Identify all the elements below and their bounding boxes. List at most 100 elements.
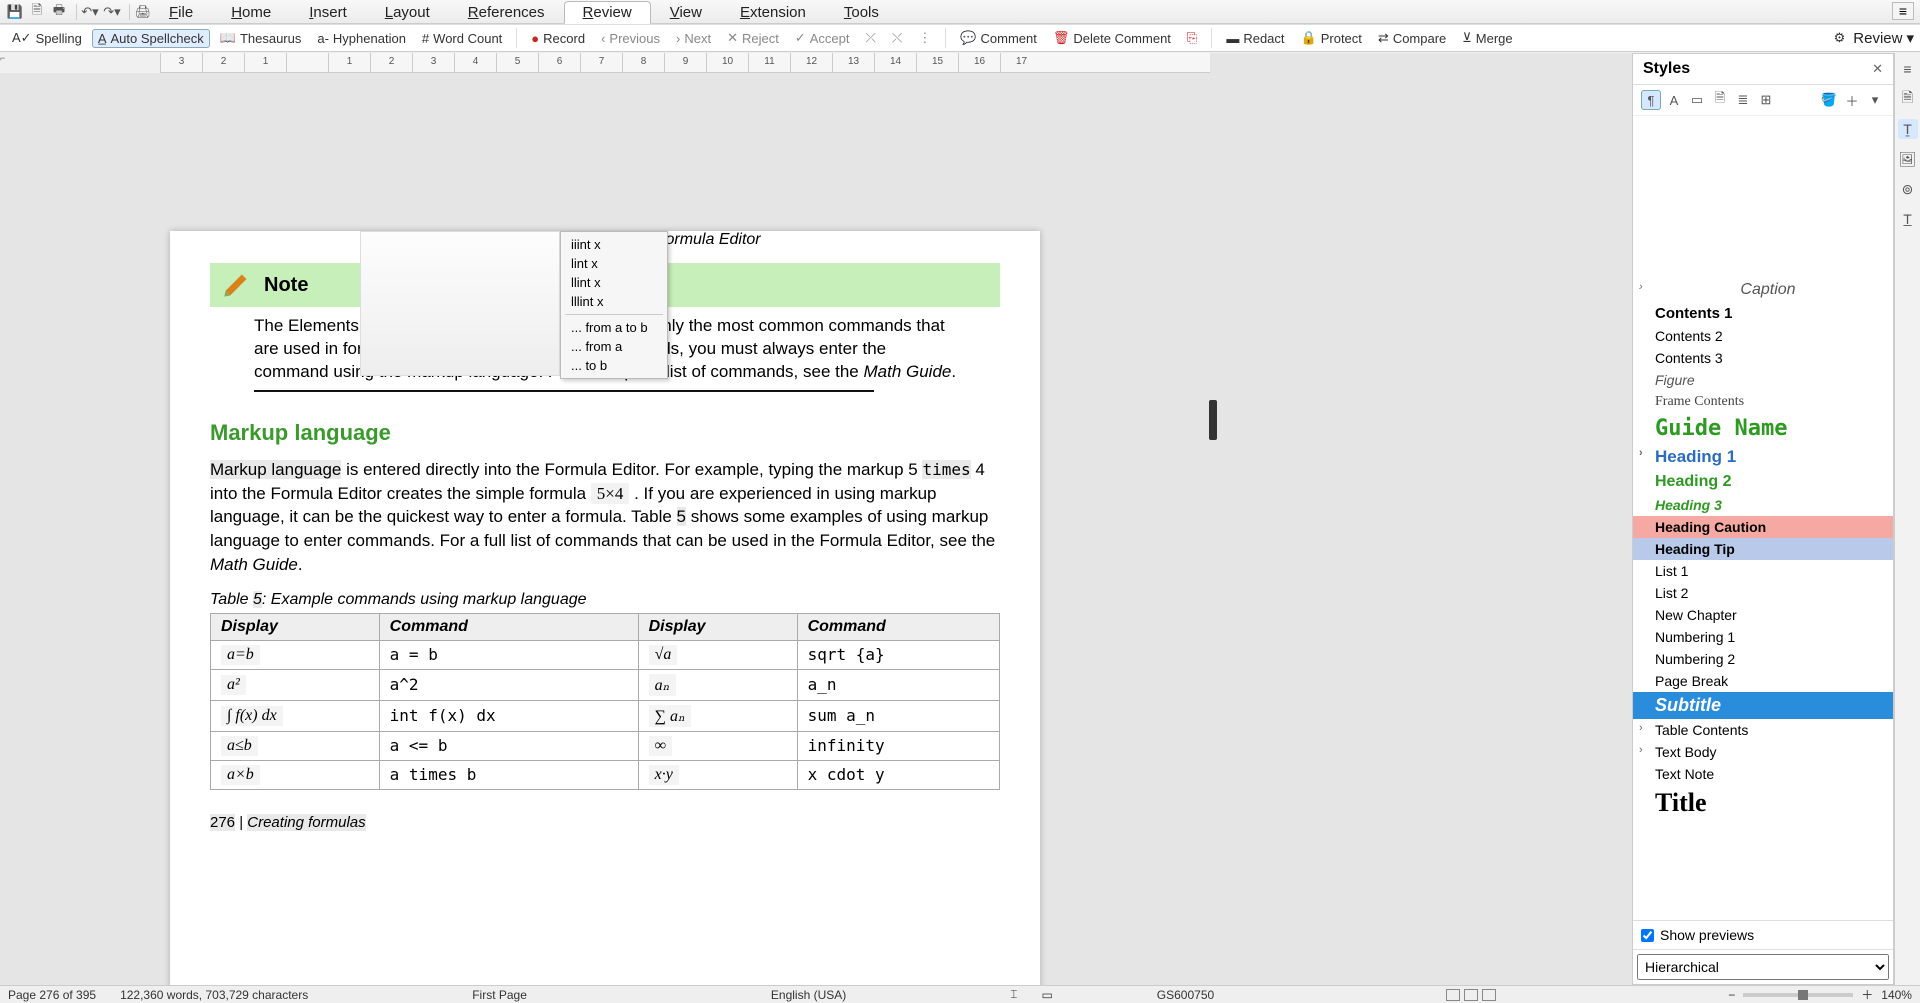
style-title[interactable]: Title [1633,785,1893,821]
protect-button[interactable]: 🔒Protect [1295,28,1368,48]
settings-icon[interactable]: ⚙ [1834,30,1846,46]
style-guide-name[interactable]: Guide Name [1633,413,1893,444]
next-button[interactable]: ›Next [670,29,717,48]
record-button[interactable]: ●Record [525,29,591,48]
style-contents-1[interactable]: Contents 1 [1633,302,1893,325]
comment-nav-icon[interactable]: ⎘ [1181,28,1203,48]
style-contents-2[interactable]: Contents 2 [1633,325,1893,347]
reject-all-icon[interactable]: ⤫ [860,28,882,48]
compare-button[interactable]: ⇄Compare [1372,28,1452,48]
style-contents-3[interactable]: Contents 3 [1633,347,1893,369]
status-selection-icon[interactable]: ▭ [1041,988,1052,1002]
style-actions-icon[interactable]: ▾ [1865,90,1885,110]
sidebar-styles-icon[interactable]: Ṯ [1898,119,1918,139]
save-icon[interactable]: 💾 [6,3,24,21]
zoom-value[interactable]: 140% [1881,988,1912,1002]
style-numbering-1[interactable]: Numbering 1 [1633,626,1893,648]
style-text-body[interactable]: ›Text Body [1633,741,1893,763]
fill-format-icon[interactable]: 🪣 [1819,90,1839,110]
book-view-icon[interactable] [1482,989,1496,1001]
table-row: a²a^2aₙa_n [211,669,1000,700]
style-filter-select[interactable]: Hierarchical [1637,954,1889,980]
word-count-button[interactable]: #Word Count [416,29,508,48]
hyphenation-button[interactable]: a-Hyphenation [311,29,412,48]
accept-button[interactable]: ✓Accept [789,28,856,48]
document-scroll[interactable]: iiint xlint xllint xlllint x... from a t… [0,73,1210,985]
new-style-icon[interactable]: ＋ [1842,90,1862,110]
sidebar-tabs: ≡ 🗎 Ṯ 🖼 ⊚ T̲ [1894,53,1920,985]
undo-icon[interactable]: ↶▾ [81,3,99,21]
save-as-icon[interactable]: 🗎 [28,3,46,21]
style-heading-caution[interactable]: Heading Caution [1633,516,1893,538]
style-list-1[interactable]: List 1 [1633,560,1893,582]
track-more-icon[interactable]: ⋮ [912,28,937,48]
zoom-in-icon[interactable]: ＋ [1861,986,1873,1003]
style-subtitle[interactable]: Subtitle [1633,692,1893,719]
accept-all-icon[interactable]: ⤬ [886,28,908,48]
redo-icon[interactable]: ↷▾ [103,3,121,21]
style-page-break[interactable]: Page Break [1633,670,1893,692]
style-heading-2[interactable]: Heading 2 [1633,470,1893,494]
sidebar-gallery-icon[interactable]: 🖼 [1898,149,1918,169]
sidebar-page-icon[interactable]: 🗎 [1898,89,1918,109]
menu-tools[interactable]: Tools [825,1,898,24]
sidebar-properties-icon[interactable]: ≡ [1898,59,1918,79]
show-previews-row[interactable]: Show previews [1633,920,1893,949]
style-figure[interactable]: Figure [1633,369,1893,391]
print-quick-icon[interactable]: 🖶 [50,3,68,21]
style-heading-tip[interactable]: Heading Tip [1633,538,1893,560]
table-row: a=ba = b√asqrt {a} [211,640,1000,669]
menu-extension[interactable]: Extension [721,1,825,24]
list-styles-icon[interactable]: ≣ [1733,90,1753,110]
sidebar-inspect-icon[interactable]: T̲ [1898,209,1918,229]
previous-button[interactable]: ‹Previous [595,29,666,48]
hamburger-menu-icon[interactable]: ≡ [1892,2,1914,20]
table-styles-icon[interactable]: ⊞ [1756,90,1776,110]
redact-button[interactable]: ▬Redact [1220,29,1290,48]
styles-list[interactable]: ›CaptionContents 1Contents 2Contents 3Fi… [1633,116,1893,920]
zoom-out-icon[interactable]: − [1728,988,1735,1002]
zoom-slider[interactable] [1743,993,1853,997]
merge-button[interactable]: ⊻Merge [1456,28,1518,48]
paragraph-styles-icon[interactable]: ¶ [1641,90,1661,110]
menu-view[interactable]: View [651,1,721,24]
style-new-chapter[interactable]: New Chapter [1633,604,1893,626]
horizontal-ruler[interactable]: 3211234567891011121314151617 [160,53,1210,73]
review-sidebar-label[interactable]: Review ▾ [1853,29,1914,47]
style-heading-1[interactable]: ›Heading 1 [1633,444,1893,470]
thesaurus-button[interactable]: 📖Thesaurus [214,28,308,48]
status-insert-mode-icon[interactable]: ⌶ [1010,987,1017,1002]
reject-button[interactable]: ✕Reject [721,28,785,48]
table-header: Display [211,613,380,640]
frame-styles-icon[interactable]: ▭ [1687,90,1707,110]
menu-references[interactable]: References [449,1,564,24]
style-heading-3[interactable]: Heading 3 [1633,494,1893,516]
style-text-note[interactable]: Text Note [1633,763,1893,785]
panel-resize-grip[interactable] [1209,400,1217,440]
menu-review[interactable]: Review [564,1,651,24]
style-frame-contents[interactable]: Frame Contents [1633,391,1893,413]
sidebar-navigator-icon[interactable]: ⊚ [1898,179,1918,199]
close-icon[interactable]: ✕ [1872,61,1883,77]
page-styles-icon[interactable]: 🗎 [1710,90,1730,110]
style-list-2[interactable]: List 2 [1633,582,1893,604]
show-previews-checkbox[interactable] [1641,929,1654,942]
status-page[interactable]: Page 276 of 395 [8,988,96,1002]
menu-layout[interactable]: Layout [366,1,449,24]
delete-comment-button[interactable]: 🗑Delete Comment [1047,28,1177,48]
single-page-icon[interactable] [1446,989,1460,1001]
auto-spellcheck-button[interactable]: A̲Auto Spellcheck [92,29,210,48]
status-words[interactable]: 122,360 words, 703,729 characters [120,988,308,1002]
style-table-contents[interactable]: ›Table Contents [1633,719,1893,741]
style-caption[interactable]: ›Caption [1633,278,1893,302]
status-page-style[interactable]: First Page [472,988,527,1002]
status-language[interactable]: English (USA) [771,988,846,1002]
comment-button[interactable]: 💬Comment [954,28,1043,48]
multi-page-icon[interactable] [1464,989,1478,1001]
menu-file[interactable]: File [150,1,212,24]
menu-home[interactable]: Home [212,1,290,24]
character-styles-icon[interactable]: A [1664,90,1684,110]
style-numbering-2[interactable]: Numbering 2 [1633,648,1893,670]
menu-insert[interactable]: Insert [290,1,366,24]
spelling-button[interactable]: A✓Spelling [6,28,88,48]
